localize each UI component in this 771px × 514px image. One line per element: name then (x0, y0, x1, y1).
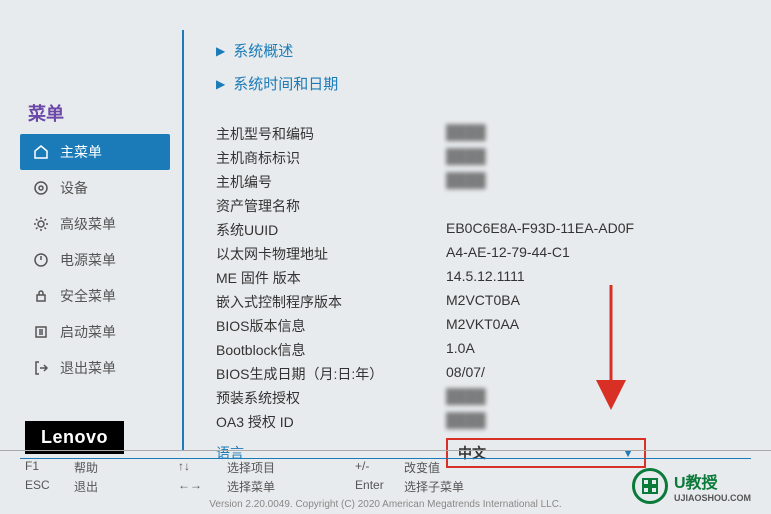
info-value: 08/07/ (446, 364, 485, 384)
info-label: ME 固件 版本 (216, 268, 446, 288)
info-label: 主机型号和编码 (216, 124, 446, 144)
key-group: ↑↓ 选择项目 ←→ 选择菜单 (178, 459, 275, 495)
key-desc: 退出 (74, 478, 98, 495)
nav-system-datetime[interactable]: ▶ 系统时间和日期 (216, 73, 731, 94)
watermark: U教授 UJIAOSHOU.COM (632, 468, 751, 504)
sidebar-item-label: 安全菜单 (60, 286, 116, 306)
info-row: OA3 授权 ID████ (216, 412, 731, 432)
info-value: ████ (446, 124, 486, 144)
info-value: EB0C6E8A-F93D-11EA-AD0F (446, 220, 634, 240)
menu-list: 主菜单 设备 高级菜单 电源菜单 (20, 134, 170, 386)
nav-system-overview[interactable]: ▶ 系统概述 (216, 40, 731, 61)
sidebar-item-label: 启动菜单 (60, 322, 116, 342)
home-icon (32, 143, 50, 161)
info-label: OA3 授权 ID (216, 412, 446, 432)
sidebar-item-label: 退出菜单 (60, 358, 116, 378)
boot-icon (32, 323, 50, 341)
sidebar-item-label: 设备 (60, 178, 88, 198)
sidebar-item-advanced[interactable]: 高级菜单 (20, 206, 170, 242)
key-hint: F1 帮助 (25, 459, 98, 476)
watermark-icon (632, 468, 668, 504)
key-desc: 选择项目 (227, 459, 275, 476)
info-row: BIOS版本信息M2VKT0AA (216, 316, 731, 336)
info-label: 以太网卡物理地址 (216, 244, 446, 264)
lock-icon (32, 287, 50, 305)
sidebar-item-boot[interactable]: 启动菜单 (20, 314, 170, 350)
main-content: ▶ 系统概述 ▶ 系统时间和日期 主机型号和编码████主机商标标识████主机… (196, 10, 751, 450)
key-desc: 选择子菜单 (404, 478, 464, 495)
info-value: M2VKT0AA (446, 316, 519, 336)
key-desc: 帮助 (74, 459, 98, 476)
info-row: ME 固件 版本14.5.12.1111 (216, 268, 731, 288)
info-value: 1.0A (446, 340, 475, 360)
chevron-right-icon: ▶ (216, 77, 225, 91)
sidebar-item-label: 主菜单 (60, 142, 102, 162)
info-label: BIOS生成日期（月:日:年） (216, 364, 446, 384)
vertical-divider (182, 30, 184, 450)
key-desc: 选择菜单 (227, 478, 275, 495)
key-name: Enter (355, 478, 390, 495)
key-name: ←→ (178, 478, 213, 495)
watermark-text: U教授 UJIAOSHOU.COM (674, 469, 751, 503)
power-icon (32, 251, 50, 269)
info-row: 嵌入式控制程序版本M2VCT0BA (216, 292, 731, 312)
info-row: 系统UUIDEB0C6E8A-F93D-11EA-AD0F (216, 220, 731, 240)
info-label: Bootblock信息 (216, 340, 446, 360)
exit-icon (32, 359, 50, 377)
info-value: M2VCT0BA (446, 292, 520, 312)
chevron-right-icon: ▶ (216, 44, 225, 58)
sidebar-item-device[interactable]: 设备 (20, 170, 170, 206)
key-hint: ↑↓ 选择项目 (178, 459, 275, 476)
info-row: 主机编号████ (216, 172, 731, 192)
sidebar-item-power[interactable]: 电源菜单 (20, 242, 170, 278)
key-name: +/- (355, 459, 390, 476)
info-row: Bootblock信息1.0A (216, 340, 731, 360)
info-row: 主机型号和编码████ (216, 124, 731, 144)
sidebar-item-exit[interactable]: 退出菜单 (20, 350, 170, 386)
key-group: +/- 改变值 Enter 选择子菜单 (355, 459, 464, 495)
info-row: 以太网卡物理地址A4-AE-12-79-44-C1 (216, 244, 731, 264)
info-value: A4-AE-12-79-44-C1 (446, 244, 570, 264)
sidebar-item-main[interactable]: 主菜单 (20, 134, 170, 170)
info-label: 嵌入式控制程序版本 (216, 292, 446, 312)
key-hint: ←→ 选择菜单 (178, 478, 275, 495)
info-section: 主机型号和编码████主机商标标识████主机编号████资产管理名称系统UUI… (216, 124, 731, 432)
key-hint: ESC 退出 (25, 478, 98, 495)
info-value: ████ (446, 388, 486, 408)
nav-label: 系统概述 (233, 40, 293, 61)
sidebar: 菜单 主菜单 设备 高级菜单 (20, 10, 170, 450)
info-label: 主机编号 (216, 172, 446, 192)
info-label: 资产管理名称 (216, 196, 446, 216)
info-label: 系统UUID (216, 220, 446, 240)
sidebar-item-label: 高级菜单 (60, 214, 116, 234)
sidebar-item-label: 电源菜单 (60, 250, 116, 270)
nav-label: 系统时间和日期 (233, 73, 338, 94)
info-row: BIOS生成日期（月:日:年）08/07/ (216, 364, 731, 384)
info-row: 资产管理名称 (216, 196, 731, 216)
key-name: ESC (25, 478, 60, 495)
info-label: BIOS版本信息 (216, 316, 446, 336)
key-name: ↑↓ (178, 459, 213, 476)
info-row: 预装系统授权████ (216, 388, 731, 408)
info-value: ████ (446, 172, 486, 192)
sidebar-item-security[interactable]: 安全菜单 (20, 278, 170, 314)
info-label: 主机商标标识 (216, 148, 446, 168)
key-desc: 改变值 (404, 459, 440, 476)
info-label: 预装系统授权 (216, 388, 446, 408)
gear-icon (32, 215, 50, 233)
key-hint: +/- 改变值 (355, 459, 464, 476)
info-row: 主机商标标识████ (216, 148, 731, 168)
info-value: 14.5.12.1111 (446, 268, 525, 288)
key-group: F1 帮助 ESC 退出 (25, 459, 98, 495)
info-value: ████ (446, 412, 486, 432)
menu-title: 菜单 (20, 100, 170, 126)
key-hint: Enter 选择子菜单 (355, 478, 464, 495)
key-name: F1 (25, 459, 60, 476)
device-icon (32, 179, 50, 197)
info-value: ████ (446, 148, 486, 168)
